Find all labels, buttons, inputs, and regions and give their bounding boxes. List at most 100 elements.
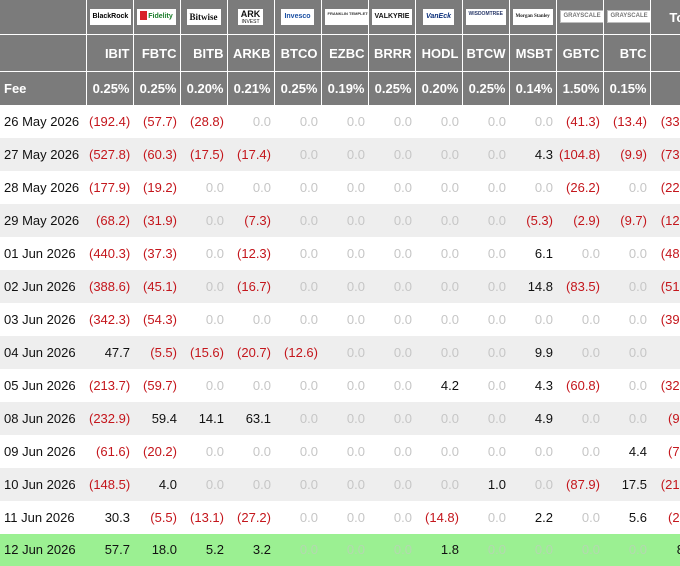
row-total: 3.2 — [650, 336, 680, 369]
flow-value: 0.0 — [440, 444, 459, 459]
flow-value: (12.3) — [237, 246, 271, 261]
flow-value: 4.3 — [509, 138, 556, 171]
flow-value: (192.4) — [89, 114, 131, 129]
flow-value: (213.7) — [89, 378, 131, 393]
flow-value: 0.0 — [462, 336, 509, 369]
flow-value: 0.0 — [556, 402, 603, 435]
ticker-header: BITB — [180, 34, 228, 72]
flow-value: 17.5 — [603, 468, 650, 501]
flow-value: 0.0 — [415, 402, 462, 435]
flow-value: (12.6) — [274, 336, 321, 369]
table-row: 05 Jun 2026 (213.7) (59.7) 0.0 0.0 0.0 0.0 0.0 4… — [0, 369, 680, 402]
issuer-logo-cell: WISDOMTREE — [462, 0, 510, 35]
issuer-logo-cell: Morgan Stanley — [509, 0, 557, 35]
flow-value: 0.0 — [628, 180, 647, 195]
flow-value: (41.3) — [566, 114, 600, 129]
flow-value: 0.0 — [346, 312, 365, 327]
flow-value: (60.8) — [566, 378, 600, 393]
flow-value: 0.0 — [299, 510, 318, 525]
header-corner — [0, 0, 87, 35]
row-total: (733.4) — [650, 138, 680, 171]
ticker-header-row: IBIT FBTC BITB ARKB BTCO EZBC BRRR HODL BTCW MSBT… — [0, 34, 680, 72]
flow-value: 0.0 — [180, 468, 227, 501]
flow-value: 0.0 — [440, 180, 459, 195]
flow-value: 5.2 — [180, 534, 227, 566]
table-row: 03 Jun 2026 (342.3) (54.3) 0.0 0.0 0.0 0.0 0.0 0… — [0, 303, 680, 336]
issuer-logo-row: BlackRock Fidelity Bitwise ARK INVEST Invesco… — [0, 0, 680, 35]
ticker-header: BRRR — [368, 34, 416, 72]
flow-value: (13.1) — [190, 510, 224, 525]
total-column-header: Total — [650, 0, 680, 35]
flow-value: 4.0 — [133, 468, 180, 501]
ticker-header: HODL — [415, 34, 463, 72]
flow-value: 0.0 — [252, 114, 271, 129]
row-total: (125.3) — [650, 204, 680, 237]
table-row: 11 Jun 2026 30.3 (5.5) (13.1) (27.2) 0.0 0.0 0.… — [0, 501, 680, 534]
flow-value: (87.9) — [556, 468, 603, 501]
ticker-header-empty — [650, 34, 680, 72]
flow-value: 14.8 — [509, 270, 556, 303]
row-date: 04 Jun 2026 — [0, 336, 86, 369]
flow-value: (5.5) — [133, 336, 180, 369]
flow-value: (9.9) — [603, 138, 650, 171]
flow-value: 0.0 — [346, 114, 365, 129]
flow-value: 0.0 — [581, 510, 600, 525]
logo-text: Bitwise — [189, 11, 218, 22]
logo-text: VALKYRIE — [374, 12, 410, 20]
flow-value: 14.1 — [180, 402, 227, 435]
table-row: 09 Jun 2026 (61.6) (20.2) 0.0 0.0 0.0 0.0 0.0 0.… — [0, 435, 680, 468]
flow-value: (26.2) — [566, 180, 600, 195]
flow-value: 0.0 — [368, 468, 415, 501]
fee-value: 0.19% — [321, 71, 369, 105]
flow-value: 0.0 — [368, 204, 415, 237]
flow-value: 0.0 — [415, 336, 462, 369]
flow-value: 0.0 — [487, 312, 506, 327]
bitwise-logo: Bitwise — [186, 8, 221, 25]
row-total: (519.1) — [650, 270, 680, 303]
fee-value: 0.25% — [462, 71, 510, 105]
flow-value: 5.6 — [628, 510, 647, 525]
flow-value: 0.0 — [321, 468, 368, 501]
flow-value: 0.0 — [346, 510, 365, 525]
logo-text: FRANKLIN TEMPLETON — [327, 10, 368, 16]
flow-value: 0.0 — [368, 336, 415, 369]
flow-value: (45.1) — [133, 270, 180, 303]
flow-value: (7.3) — [227, 204, 274, 237]
franklin-templeton-logo: FRANKLIN TEMPLETON — [324, 8, 368, 25]
flow-value: 0.0 — [462, 402, 509, 435]
flow-value: 0.0 — [393, 312, 412, 327]
flow-value: 0.0 — [321, 336, 368, 369]
flow-value: 4.4 — [628, 444, 647, 459]
ticker-header: GBTC — [556, 34, 604, 72]
morgan-stanley-logo: Morgan Stanley — [512, 8, 553, 25]
flow-value: 0.0 — [393, 510, 412, 525]
flow-value: (15.6) — [180, 336, 227, 369]
flow-value: 0.0 — [205, 444, 224, 459]
flow-value: 0.0 — [299, 444, 318, 459]
flow-value: 0.0 — [534, 444, 553, 459]
flow-value: 0.0 — [321, 402, 368, 435]
flow-value: (60.3) — [133, 138, 180, 171]
flow-value: 0.0 — [487, 246, 506, 261]
flow-value: 0.0 — [205, 246, 224, 261]
flow-value: 57.7 — [86, 534, 133, 566]
flow-value: 0.0 — [581, 246, 600, 261]
flow-value: 0.0 — [487, 180, 506, 195]
fee-value: 0.25% — [274, 71, 322, 105]
row-total: (483.8) — [660, 246, 680, 261]
table-row: 26 May 2026 (192.4) (57.7) (28.8) 0.0 0.0 0.0 0… — [0, 105, 680, 138]
flow-value: 0.0 — [227, 468, 274, 501]
issuer-logo-cell: VanEck — [415, 0, 463, 35]
table-row: 01 Jun 2026 (440.3) (37.3) 0.0 (12.3) 0.0 0.0 0… — [0, 237, 680, 270]
flow-value: 0.0 — [274, 138, 321, 171]
table-row: 08 Jun 2026 (232.9) 59.4 14.1 63.1 0.0 0.0 0.0 0… — [0, 402, 680, 435]
flow-value: (9.7) — [603, 204, 650, 237]
fee-value: 0.15% — [603, 71, 651, 105]
flow-value: 0.0 — [603, 402, 650, 435]
logo-text: BlackRock — [92, 12, 129, 20]
grayscale-logo: GRAYSCALE — [559, 10, 602, 24]
flow-value: 0.0 — [581, 444, 600, 459]
row-date: 10 Jun 2026 — [0, 468, 86, 501]
flow-value: 0.0 — [321, 204, 368, 237]
ticker-header: EZBC — [321, 34, 369, 72]
